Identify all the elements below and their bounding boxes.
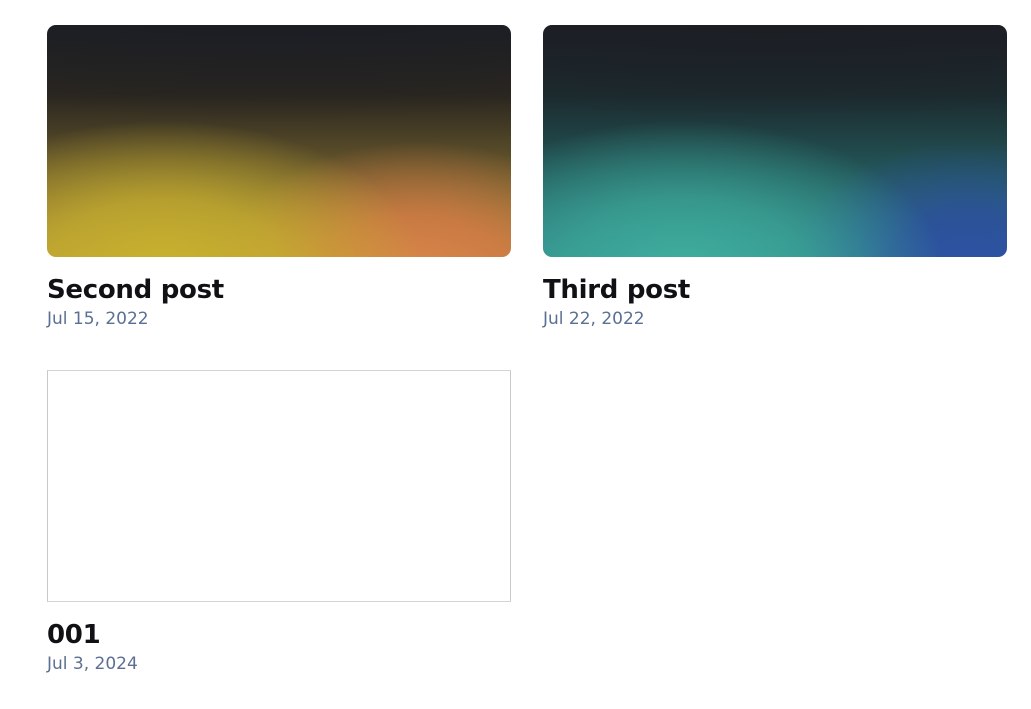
post-title[interactable]: Second post: [47, 275, 511, 306]
post-date: Jul 3, 2024: [47, 654, 138, 674]
post-card-second-post[interactable]: Second post Jul 15, 2022: [47, 25, 511, 330]
post-thumbnail[interactable]: [543, 25, 1007, 257]
post-grid: Second post Jul 15, 2022 Third post Jul …: [47, 25, 1007, 675]
post-date: Jul 15, 2022: [47, 309, 149, 329]
post-card-001[interactable]: 001 Jul 3, 2024: [47, 370, 511, 675]
post-date: Jul 22, 2022: [543, 309, 645, 329]
post-card-third-post[interactable]: Third post Jul 22, 2022: [543, 25, 1007, 330]
post-title[interactable]: 001: [47, 620, 511, 651]
post-thumbnail[interactable]: [47, 25, 511, 257]
post-title[interactable]: Third post: [543, 275, 1007, 306]
post-thumbnail[interactable]: [47, 370, 511, 602]
